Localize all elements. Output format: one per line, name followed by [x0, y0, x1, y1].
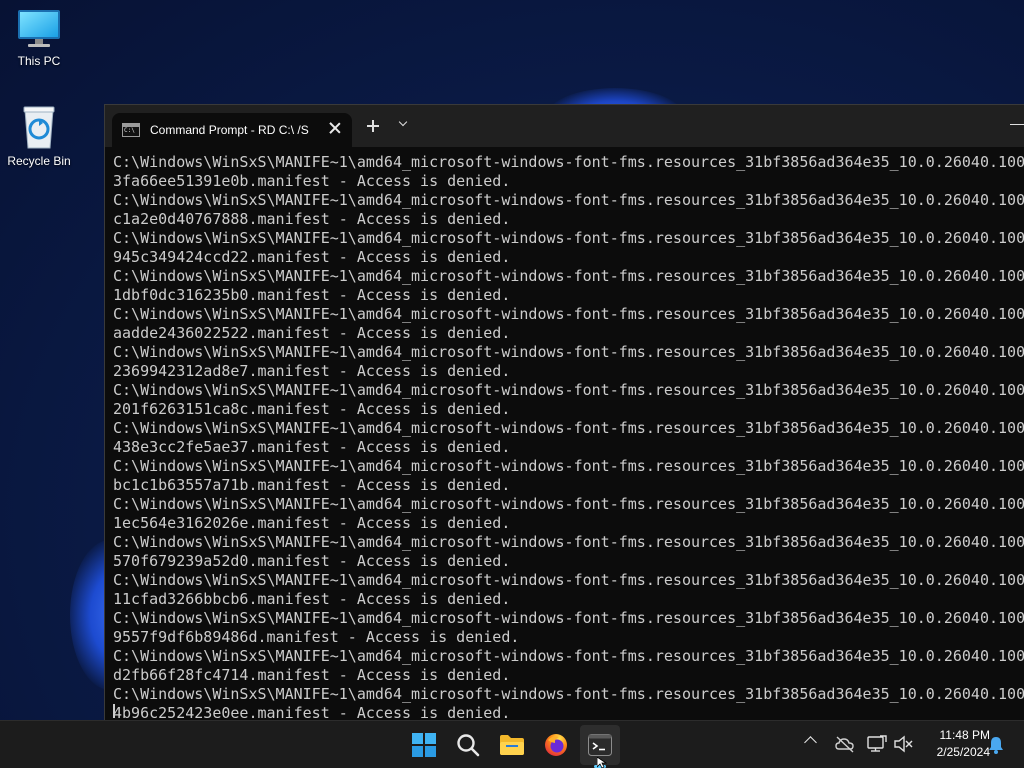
start-button[interactable] [404, 725, 444, 765]
console-line: C:\Windows\WinSxS\MANIFE~1\amd64_microso… [113, 495, 1024, 513]
desktop-icon-label: This PC [17, 54, 61, 68]
text-cursor [113, 704, 115, 718]
desktop-icon-this-pc[interactable]: This PC [0, 8, 79, 68]
chevron-down-icon[interactable] [399, 121, 407, 129]
console-line: C:\Windows\WinSxS\MANIFE~1\amd64_microso… [113, 571, 1024, 589]
desktop-icon-recycle-bin[interactable]: Recycle Bin [0, 104, 79, 168]
console-line: 945c349424ccd22.manifest - Access is den… [113, 248, 511, 266]
console-line: C:\Windows\WinSxS\MANIFE~1\amd64_microso… [113, 647, 1024, 665]
recycle-bin-icon [23, 106, 55, 149]
console-line: 438e3cc2fe5ae37.manifest - Access is den… [113, 438, 511, 456]
new-tab-icon[interactable] [367, 120, 379, 132]
search-icon [457, 734, 480, 757]
clock[interactable]: 11:48 PM 2/25/2024 [918, 727, 990, 761]
desktop-icon-label: Recycle Bin [7, 154, 71, 168]
console-line: 2369942312ad8e7.manifest - Access is den… [113, 362, 511, 380]
console-line: 4b96c252423e0ee.manifest - Access is den… [113, 704, 511, 720]
clock-time: 11:48 PM [939, 728, 990, 742]
console-line: C:\Windows\WinSxS\MANIFE~1\amd64_microso… [113, 191, 1024, 209]
firefox-button[interactable] [536, 725, 576, 765]
title-bar[interactable]: Command Prompt - RD C:\ /S [105, 105, 1024, 147]
network-icon[interactable] [867, 735, 887, 753]
console-line: d2fb66f28fc4714.manifest - Access is den… [113, 666, 511, 684]
terminal-window[interactable]: Command Prompt - RD C:\ /S C:\Windows\Wi… [104, 104, 1024, 720]
notification-bell-icon[interactable] [988, 736, 1004, 754]
minimize-icon[interactable] [1010, 124, 1024, 125]
console-line: C:\Windows\WinSxS\MANIFE~1\amd64_microso… [113, 305, 1024, 323]
console-line: bc1c1b63557a71b.manifest - Access is den… [113, 476, 511, 494]
console-line: 3fa66ee51391e0b.manifest - Access is den… [113, 172, 511, 190]
clock-date: 2/25/2024 [936, 745, 990, 759]
console-line: 9557f9df6b89486d.manifest - Access is de… [113, 628, 520, 646]
console-line: C:\Windows\WinSxS\MANIFE~1\amd64_microso… [113, 381, 1024, 399]
console-line: C:\Windows\WinSxS\MANIFE~1\amd64_microso… [113, 229, 1024, 247]
search-button[interactable] [448, 725, 488, 765]
console-line: C:\Windows\WinSxS\MANIFE~1\amd64_microso… [113, 343, 1024, 361]
console-line: C:\Windows\WinSxS\MANIFE~1\amd64_microso… [113, 609, 1024, 627]
console-line: C:\Windows\WinSxS\MANIFE~1\amd64_microso… [113, 457, 1024, 475]
monitor-icon [18, 10, 60, 47]
console-line: 201f6263151ca8c.manifest - Access is den… [113, 400, 511, 418]
folder-icon [500, 735, 524, 755]
console-line: c1a2e0d40767888.manifest - Access is den… [113, 210, 511, 228]
close-tab-icon[interactable] [328, 121, 342, 135]
terminal-icon [588, 734, 612, 756]
console-line: aadde2436022522.manifest - Access is den… [113, 324, 511, 342]
console-line: C:\Windows\WinSxS\MANIFE~1\amd64_microso… [113, 267, 1024, 285]
onedrive-offline-icon[interactable] [835, 735, 855, 753]
console-line: C:\Windows\WinSxS\MANIFE~1\amd64_microso… [113, 419, 1024, 437]
console-line: 570f679239a52d0.manifest - Access is den… [113, 552, 511, 570]
console-line: C:\Windows\WinSxS\MANIFE~1\amd64_microso… [113, 153, 1024, 171]
volume-muted-icon[interactable] [893, 735, 913, 753]
console-line: 1dbf0dc316235b0.manifest - Access is den… [113, 286, 511, 304]
console-line: C:\Windows\WinSxS\MANIFE~1\amd64_microso… [113, 533, 1024, 551]
file-explorer-button[interactable] [492, 725, 532, 765]
tab-command-prompt[interactable]: Command Prompt - RD C:\ /S [112, 113, 352, 147]
console-line: 11cfad3266bbcb6.manifest - Access is den… [113, 590, 511, 608]
console-output[interactable]: C:\Windows\WinSxS\MANIFE~1\amd64_microso… [113, 153, 1024, 720]
tab-title: Command Prompt - RD C:\ /S [150, 123, 309, 137]
command-prompt-icon [122, 123, 140, 137]
mouse-pointer-icon [597, 757, 607, 768]
console-line: C:\Windows\WinSxS\MANIFE~1\amd64_microso… [113, 685, 1024, 703]
console-line: 1ec564e3162026e.manifest - Access is den… [113, 514, 511, 532]
windows-logo-icon [412, 733, 436, 757]
firefox-icon [545, 734, 567, 756]
